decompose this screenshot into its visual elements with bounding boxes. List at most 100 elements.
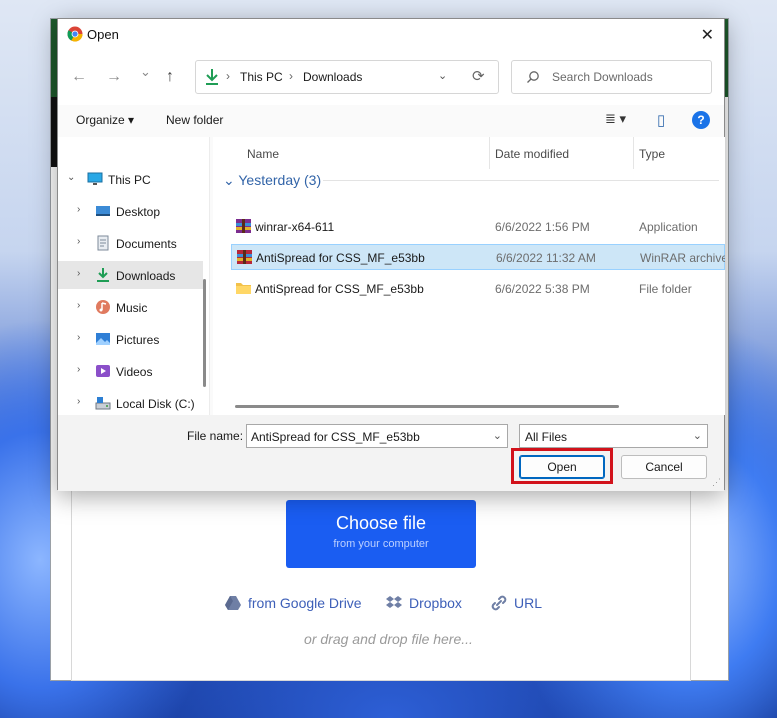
drag-drop-hint: or drag and drop file here...	[304, 631, 473, 647]
sidebar-item-label: Pictures	[116, 333, 160, 347]
column-header-type[interactable]: Type	[639, 147, 665, 161]
breadcrumb-downloads[interactable]: Downloads	[303, 70, 362, 84]
sidebar-item-label: Local Disk (C:)	[116, 397, 195, 411]
sidebar-item-this-pc[interactable]: ⌄ This PC	[58, 165, 203, 193]
preview-pane-icon[interactable]: ▯	[657, 111, 665, 129]
file-date: 6/6/2022 5:38 PM	[495, 282, 590, 296]
file-row[interactable]: AntiSpread for CSS_MF_e53bb 6/6/2022 5:3…	[231, 276, 725, 302]
pictures-icon	[96, 333, 110, 345]
dropbox-link[interactable]: Dropbox	[385, 594, 462, 612]
sidebar-item-downloads[interactable]: › Downloads	[58, 261, 203, 289]
winrar-icon	[236, 219, 251, 233]
upload-card	[71, 459, 691, 681]
horizontal-scrollbar[interactable]	[235, 405, 619, 408]
folder-icon	[236, 283, 251, 294]
sidebar-item-music[interactable]: › Music	[58, 293, 203, 321]
file-row[interactable]: winrar-x64-611 6/6/2022 1:56 PM Applicat…	[231, 214, 725, 240]
close-icon[interactable]: ✕	[701, 25, 714, 45]
expand-icon[interactable]: ›	[77, 236, 80, 247]
local-disk-icon	[95, 397, 111, 410]
navigation-scrollbar[interactable]	[203, 279, 206, 387]
dialog-footer: File name: AntiSpread for CSS_MF_e53bb ⌄…	[58, 415, 724, 491]
view-options-icon[interactable]: ≣ ▾	[605, 111, 626, 127]
choose-file-sublabel: from your computer	[333, 538, 429, 550]
up-arrow-icon[interactable]: ↑	[166, 68, 174, 86]
organize-button[interactable]: Organize ▾	[76, 113, 134, 127]
breadcrumb-separator: ›	[226, 69, 230, 83]
dialog-title: Open	[87, 27, 119, 42]
choose-file-label: Choose file	[335, 513, 427, 533]
sidebar-item-pictures[interactable]: › Pictures	[58, 325, 203, 353]
back-arrow-icon[interactable]: ←	[71, 68, 87, 86]
expand-icon[interactable]: ›	[77, 364, 80, 375]
group-header-yesterday[interactable]: ⌄ Yesterday (3)	[223, 172, 321, 189]
archive-icon	[237, 250, 252, 264]
file-name: AntiSpread for CSS_MF_e53bb	[255, 282, 424, 296]
google-drive-link[interactable]: from Google Drive	[224, 594, 362, 612]
new-folder-button[interactable]: New folder	[166, 113, 223, 127]
file-name: AntiSpread for CSS_MF_e53bb	[256, 251, 425, 265]
sidebar-item-desktop[interactable]: › Desktop	[58, 197, 203, 225]
google-drive-label: from Google Drive	[248, 595, 362, 611]
file-type-select[interactable]: All Files ⌄	[519, 424, 708, 448]
file-date: 6/6/2022 1:56 PM	[495, 220, 590, 234]
open-button[interactable]: Open	[519, 455, 605, 479]
sidebar-item-videos[interactable]: › Videos	[58, 357, 203, 385]
navigation-pane: ⌄ This PC › Desktop › Documents › Downlo…	[58, 137, 210, 415]
open-dialog: Open ✕ ← → ⌄ ↑ › This PC › Downloads ⌄ ⟳…	[57, 18, 725, 491]
chrome-icon	[67, 26, 83, 42]
sidebar-item-label: Music	[116, 301, 148, 315]
url-label: URL	[514, 595, 543, 611]
column-divider[interactable]	[633, 137, 634, 169]
expand-icon[interactable]: ›	[77, 204, 80, 215]
address-bar[interactable]: › This PC › Downloads ⌄ ⟳	[195, 60, 499, 94]
resize-grip-icon[interactable]: ⋰	[712, 477, 721, 488]
expand-icon[interactable]: ›	[77, 332, 80, 343]
chevron-down-icon[interactable]: ⌄	[493, 429, 502, 442]
breadcrumb-this-pc[interactable]: This PC	[240, 70, 283, 84]
dropbox-icon	[386, 596, 402, 608]
sidebar-item-label: Desktop	[116, 205, 161, 219]
refresh-icon[interactable]: ⟳	[472, 67, 485, 85]
navigation-bar: ← → ⌄ ↑ › This PC › Downloads ⌄ ⟳ Search…	[58, 51, 724, 105]
sidebar-item-label: This PC	[108, 173, 151, 187]
expand-icon[interactable]: ⌄	[67, 172, 75, 183]
dropbox-label: Dropbox	[409, 595, 462, 611]
file-name-input[interactable]: AntiSpread for CSS_MF_e53bb ⌄	[246, 424, 508, 448]
group-divider	[323, 180, 719, 181]
sidebar-item-label: Downloads	[116, 269, 176, 283]
expand-icon[interactable]: ›	[77, 300, 80, 311]
address-history-icon[interactable]: ⌄	[438, 69, 447, 82]
google-drive-icon	[225, 596, 241, 610]
expand-icon[interactable]: ›	[77, 268, 80, 279]
recent-locations-icon[interactable]: ⌄	[140, 64, 151, 80]
file-name: winrar-x64-611	[255, 220, 335, 234]
column-divider[interactable]	[489, 137, 490, 169]
file-name-value: AntiSpread for CSS_MF_e53bb	[251, 430, 420, 444]
documents-icon	[97, 235, 109, 251]
expand-icon[interactable]: ›	[77, 396, 80, 407]
sidebar-item-local-disk[interactable]: › Local Disk (C:)	[58, 389, 203, 417]
search-input[interactable]: Search Downloads	[552, 70, 653, 84]
file-name-label: File name:	[187, 429, 244, 443]
music-icon	[96, 300, 110, 314]
column-header-date[interactable]: Date modified	[495, 147, 569, 161]
search-icon	[527, 71, 539, 83]
sidebar-item-label: Videos	[116, 365, 153, 379]
dialog-titlebar: Open ✕	[58, 19, 724, 51]
file-list: Name Date modified Type ⌄ Yesterday (3) …	[213, 137, 725, 415]
sidebar-item-label: Documents	[116, 237, 177, 251]
desktop-icon	[96, 206, 110, 216]
column-header-name[interactable]: Name	[247, 147, 279, 161]
downloads-icon	[97, 268, 109, 282]
file-row-selected[interactable]: AntiSpread for CSS_MF_e53bb 6/6/2022 11:…	[231, 244, 725, 270]
choose-file-button[interactable]: Choose file from your computer	[286, 500, 476, 568]
cancel-button[interactable]: Cancel	[621, 455, 707, 479]
downloads-icon	[206, 69, 218, 85]
sidebar-item-documents[interactable]: › Documents	[58, 229, 203, 257]
command-bar: Organize ▾ New folder ≣ ▾ ▯ ?	[58, 105, 724, 137]
forward-arrow-icon[interactable]: →	[106, 68, 122, 86]
help-icon[interactable]: ?	[692, 111, 710, 129]
search-box[interactable]: Search Downloads	[511, 60, 712, 94]
url-link[interactable]: URL	[490, 594, 542, 612]
